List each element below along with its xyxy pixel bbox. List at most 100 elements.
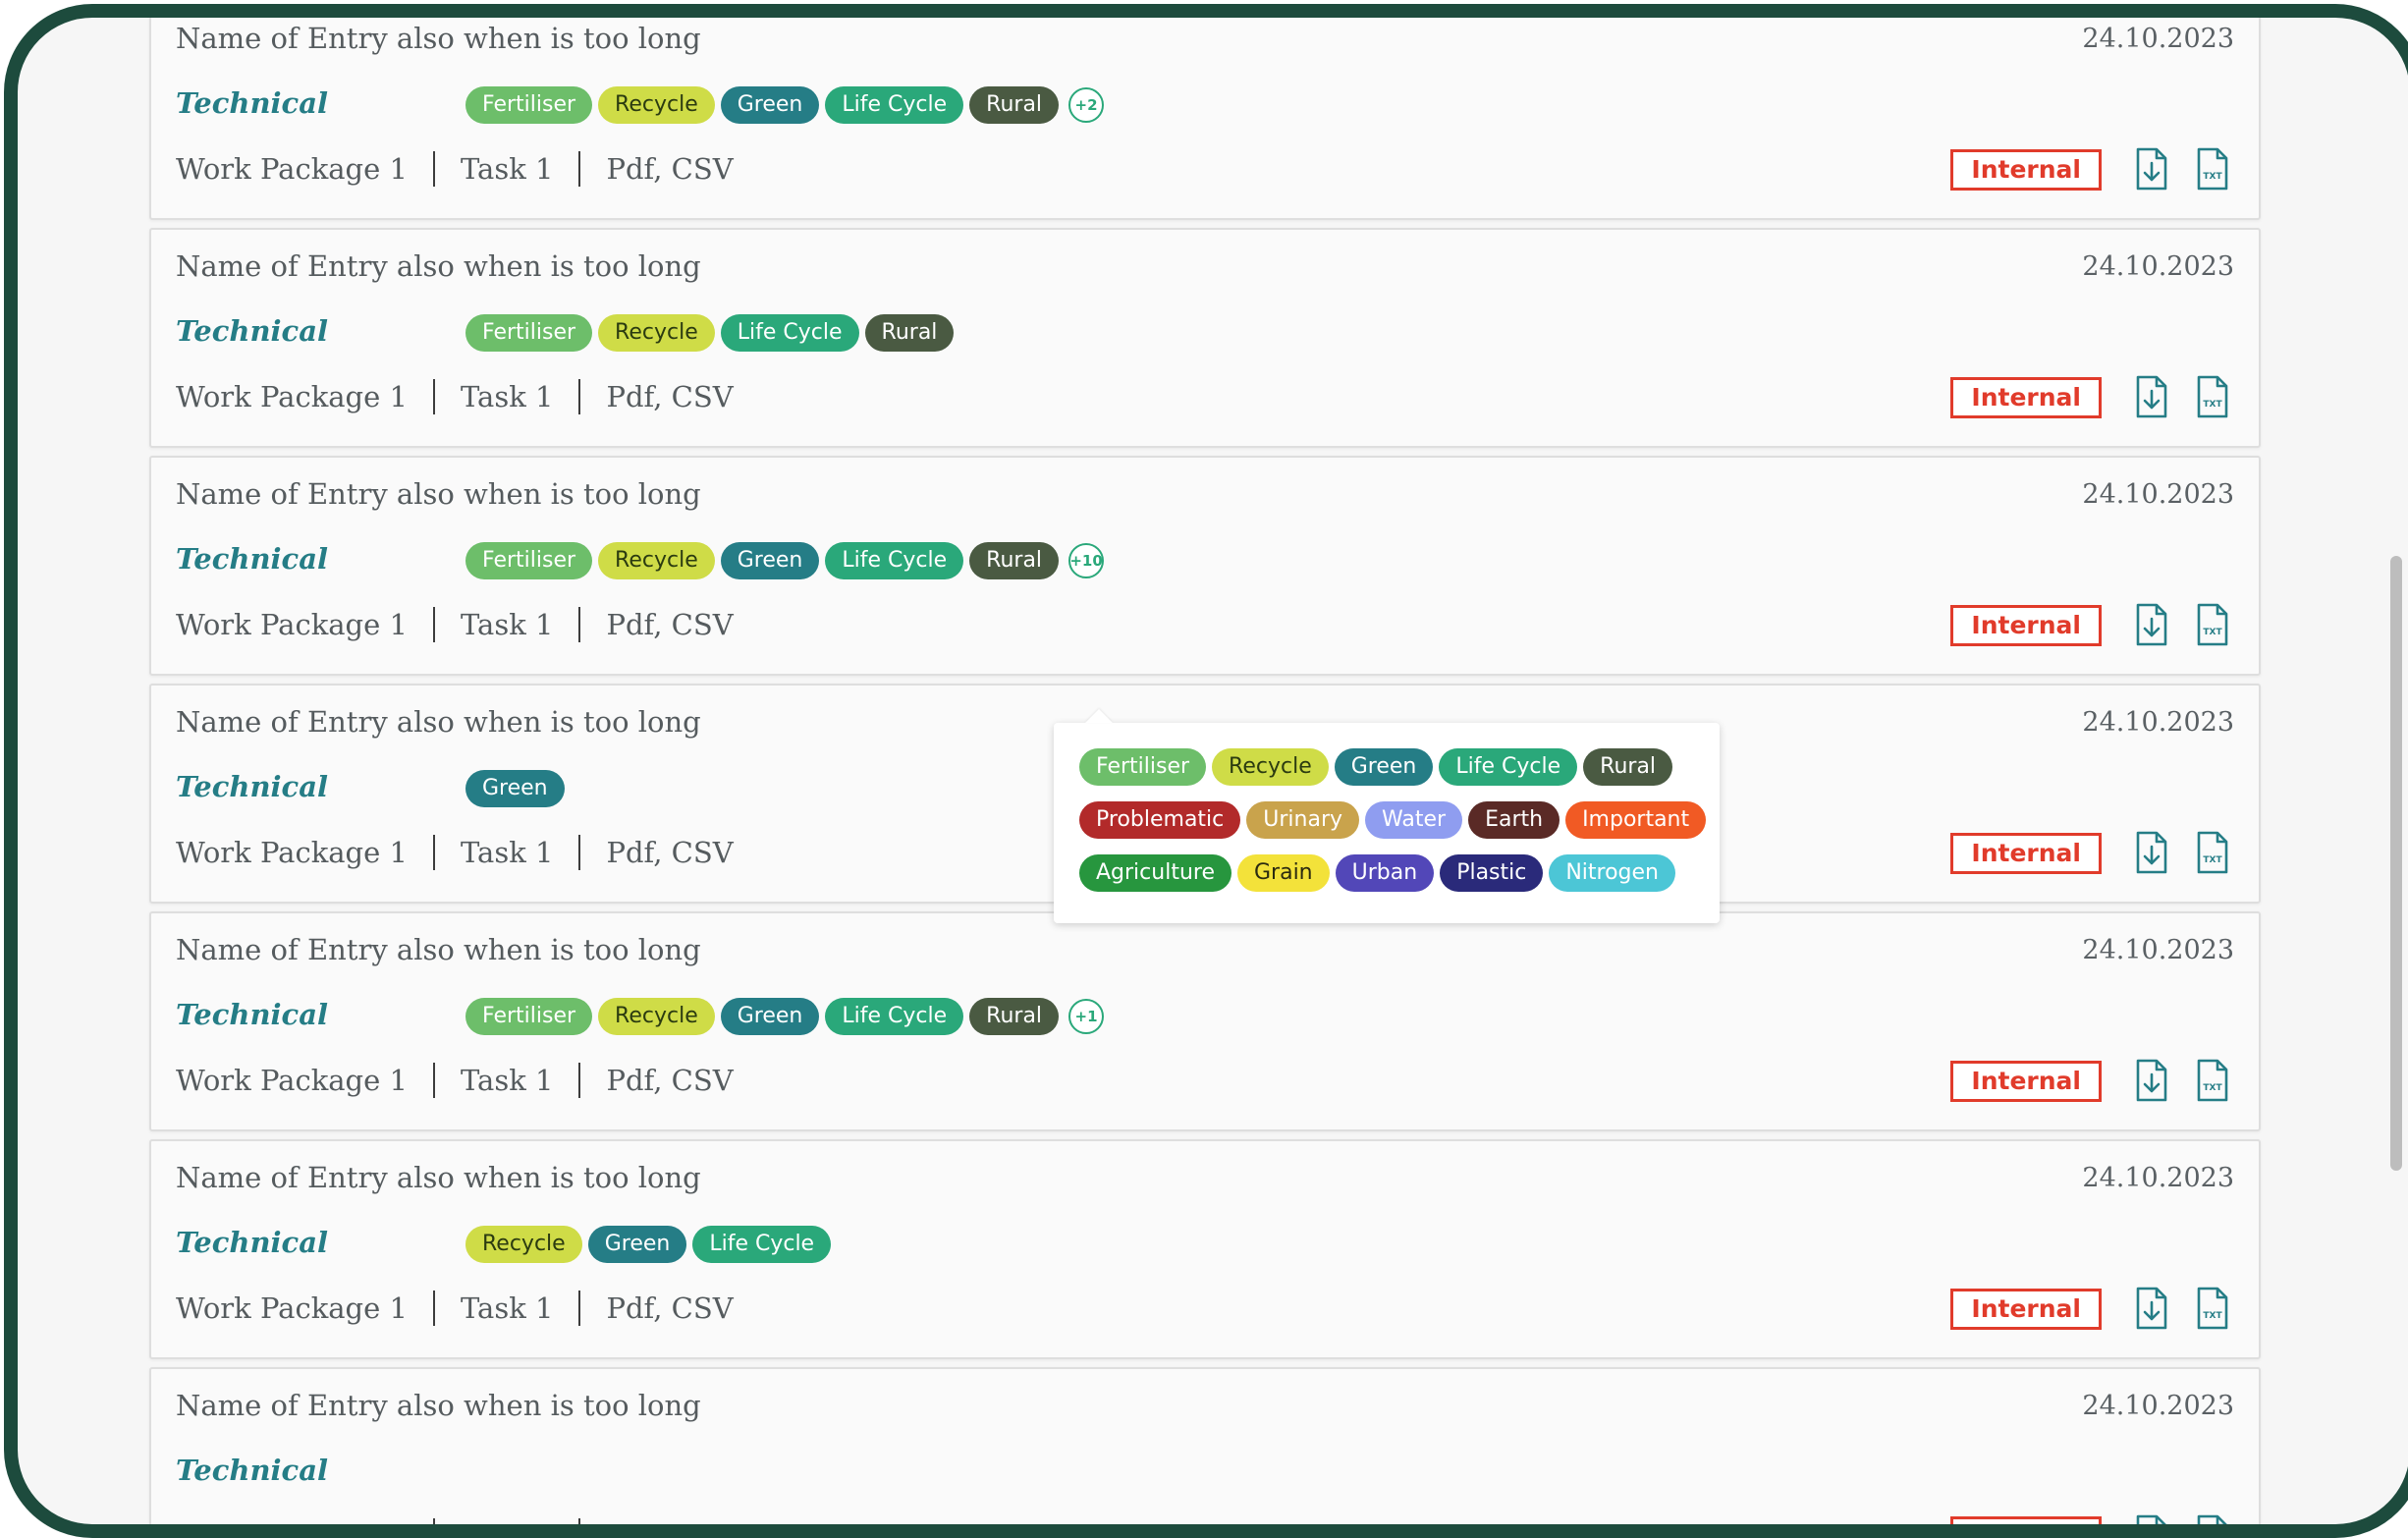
entry-meta: Work Package 1Task 1Pdf, CSV	[176, 1291, 734, 1326]
tag-chip[interactable]: Earth	[1468, 801, 1560, 839]
txt-file-icon[interactable]: TXT	[2196, 1287, 2229, 1330]
tag-chip[interactable]: Life Cycle	[692, 1226, 832, 1263]
entry-card[interactable]: Name of Entry also when is too long 24.10…	[149, 456, 2261, 676]
tag-chip[interactable]: Agriculture	[1079, 854, 1231, 892]
entry-category: Technical	[176, 86, 329, 120]
download-file-icon[interactable]	[2135, 147, 2168, 191]
more-tags-button[interactable]: +10	[1068, 543, 1105, 578]
entry-category: Technical	[176, 314, 329, 348]
work-package-label: Work Package 1	[176, 608, 408, 641]
entry-meta: Work Package 1Task 1Pdf, CSV	[176, 1518, 734, 1524]
entry-date: 24.10.2023	[2082, 24, 2234, 54]
txt-file-icon[interactable]: TXT	[2196, 1059, 2229, 1102]
tag-chip[interactable]: Recycle	[598, 86, 715, 124]
entry-category: Technical	[176, 1454, 329, 1487]
entry-category: Technical	[176, 542, 329, 576]
tag-list: Fertiliser Recycle Green Life Cycle Rural +1	[465, 998, 1105, 1035]
entry-name[interactable]: Name of Entry also when is too long	[176, 1161, 701, 1194]
entry-name[interactable]: Name of Entry also when is too long	[176, 705, 701, 739]
tag-chip[interactable]: Green	[587, 1226, 687, 1263]
tag-chip[interactable]: Fertiliser	[465, 314, 593, 352]
entry-category: Technical	[176, 998, 329, 1031]
tag-chip[interactable]: Grain	[1237, 854, 1330, 892]
tag-chip[interactable]: Recycle	[598, 314, 715, 352]
txt-file-icon[interactable]: TXT	[2196, 147, 2229, 191]
tag-chip[interactable]: Recycle	[598, 542, 715, 579]
tag-chip[interactable]: Green	[720, 998, 820, 1035]
tag-chip[interactable]: Problematic	[1079, 801, 1241, 839]
txt-file-icon[interactable]: TXT	[2196, 1514, 2229, 1524]
svg-text:TXT: TXT	[2203, 1311, 2222, 1321]
tag-chip[interactable]: Life Cycle	[825, 86, 964, 124]
tag-chip[interactable]: Rural	[864, 314, 955, 352]
entry-name[interactable]: Name of Entry also when is too long	[176, 933, 701, 966]
txt-file-icon[interactable]: TXT	[2196, 375, 2229, 418]
tag-chip[interactable]: Green	[720, 542, 820, 579]
tag-chip[interactable]: Fertiliser	[1079, 748, 1207, 786]
work-package-label: Work Package 1	[176, 1064, 408, 1097]
tag-chip[interactable]: Urban	[1335, 854, 1435, 892]
tag-chip[interactable]: Rural	[969, 998, 1060, 1035]
tag-chip[interactable]: Plastic	[1440, 854, 1544, 892]
tag-chip[interactable]: Green	[465, 770, 565, 807]
work-package-label: Work Package 1	[176, 380, 408, 413]
tag-chip[interactable]: Recycle	[598, 998, 715, 1035]
svg-text:TXT: TXT	[2203, 400, 2222, 410]
entry-meta: Work Package 1Task 1Pdf, CSV	[176, 151, 734, 187]
tag-chip[interactable]: Fertiliser	[465, 542, 593, 579]
vertical-scrollbar[interactable]	[2390, 556, 2402, 1171]
screen: Name of Entry also when is too long 24.10…	[18, 18, 2408, 1524]
tag-chip[interactable]: Life Cycle	[825, 998, 964, 1035]
meta-divider	[578, 1518, 581, 1524]
tag-chip[interactable]: Fertiliser	[465, 86, 593, 124]
tag-chip[interactable]: Life Cycle	[720, 314, 859, 352]
tag-chip[interactable]: Urinary	[1246, 801, 1360, 839]
tag-chip[interactable]: Important	[1565, 801, 1707, 839]
tag-chip[interactable]: Fertiliser	[465, 998, 593, 1035]
tag-chip[interactable]: Rural	[1583, 748, 1673, 786]
popover-tag-row: Problematic Urinary Water Earth Important	[1079, 801, 1707, 839]
meta-divider	[432, 1518, 435, 1524]
entry-date: 24.10.2023	[2082, 1391, 2234, 1421]
entry-card[interactable]: Name of Entry also when is too long 24.10…	[149, 1367, 2261, 1524]
access-badge: Internal	[1950, 377, 2102, 418]
access-badge: Internal	[1950, 605, 2102, 646]
meta-divider	[578, 151, 581, 187]
download-file-icon[interactable]	[2135, 1287, 2168, 1330]
tag-chip[interactable]: Green	[1334, 748, 1434, 786]
formats-label: Pdf, CSV	[606, 1064, 734, 1097]
task-label: Task 1	[460, 152, 554, 186]
tag-chip[interactable]: Rural	[969, 86, 1060, 124]
txt-file-icon[interactable]: TXT	[2196, 831, 2229, 874]
entry-card[interactable]: Name of Entry also when is too long 24.10…	[149, 911, 2261, 1131]
more-tags-button[interactable]: +2	[1068, 87, 1105, 123]
download-file-icon[interactable]	[2135, 1059, 2168, 1102]
meta-divider	[578, 379, 581, 414]
access-badge: Internal	[1950, 149, 2102, 191]
entry-card[interactable]: Name of Entry also when is too long 24.10…	[149, 18, 2261, 220]
tag-chip[interactable]: Green	[720, 86, 820, 124]
tag-chip[interactable]: Rural	[969, 542, 1060, 579]
download-file-icon[interactable]	[2135, 375, 2168, 418]
tag-chip[interactable]: Life Cycle	[825, 542, 964, 579]
entry-card[interactable]: Name of Entry also when is too long 24.10…	[149, 228, 2261, 448]
txt-file-icon[interactable]: TXT	[2196, 603, 2229, 646]
entry-name[interactable]: Name of Entry also when is too long	[176, 249, 701, 283]
more-tags-button[interactable]: +1	[1068, 999, 1105, 1034]
tag-chip[interactable]: Recycle	[1212, 748, 1329, 786]
tag-chip[interactable]: Nitrogen	[1549, 854, 1676, 892]
download-file-icon[interactable]	[2135, 1514, 2168, 1524]
entry-name[interactable]: Name of Entry also when is too long	[176, 1389, 701, 1422]
tag-chip[interactable]: Recycle	[465, 1226, 582, 1263]
tag-list: Fertiliser Recycle Green Life Cycle Rural +2	[465, 86, 1105, 124]
entry-name[interactable]: Name of Entry also when is too long	[176, 477, 701, 511]
entry-card[interactable]: Name of Entry also when is too long 24.10…	[149, 1139, 2261, 1359]
tag-list: Recycle Green Life Cycle	[465, 1226, 832, 1263]
meta-divider	[432, 1291, 435, 1326]
meta-divider	[432, 835, 435, 870]
entry-name[interactable]: Name of Entry also when is too long	[176, 22, 701, 55]
tag-chip[interactable]: Water	[1365, 801, 1463, 839]
tag-chip[interactable]: Life Cycle	[1439, 748, 1578, 786]
download-file-icon[interactable]	[2135, 603, 2168, 646]
download-file-icon[interactable]	[2135, 831, 2168, 874]
